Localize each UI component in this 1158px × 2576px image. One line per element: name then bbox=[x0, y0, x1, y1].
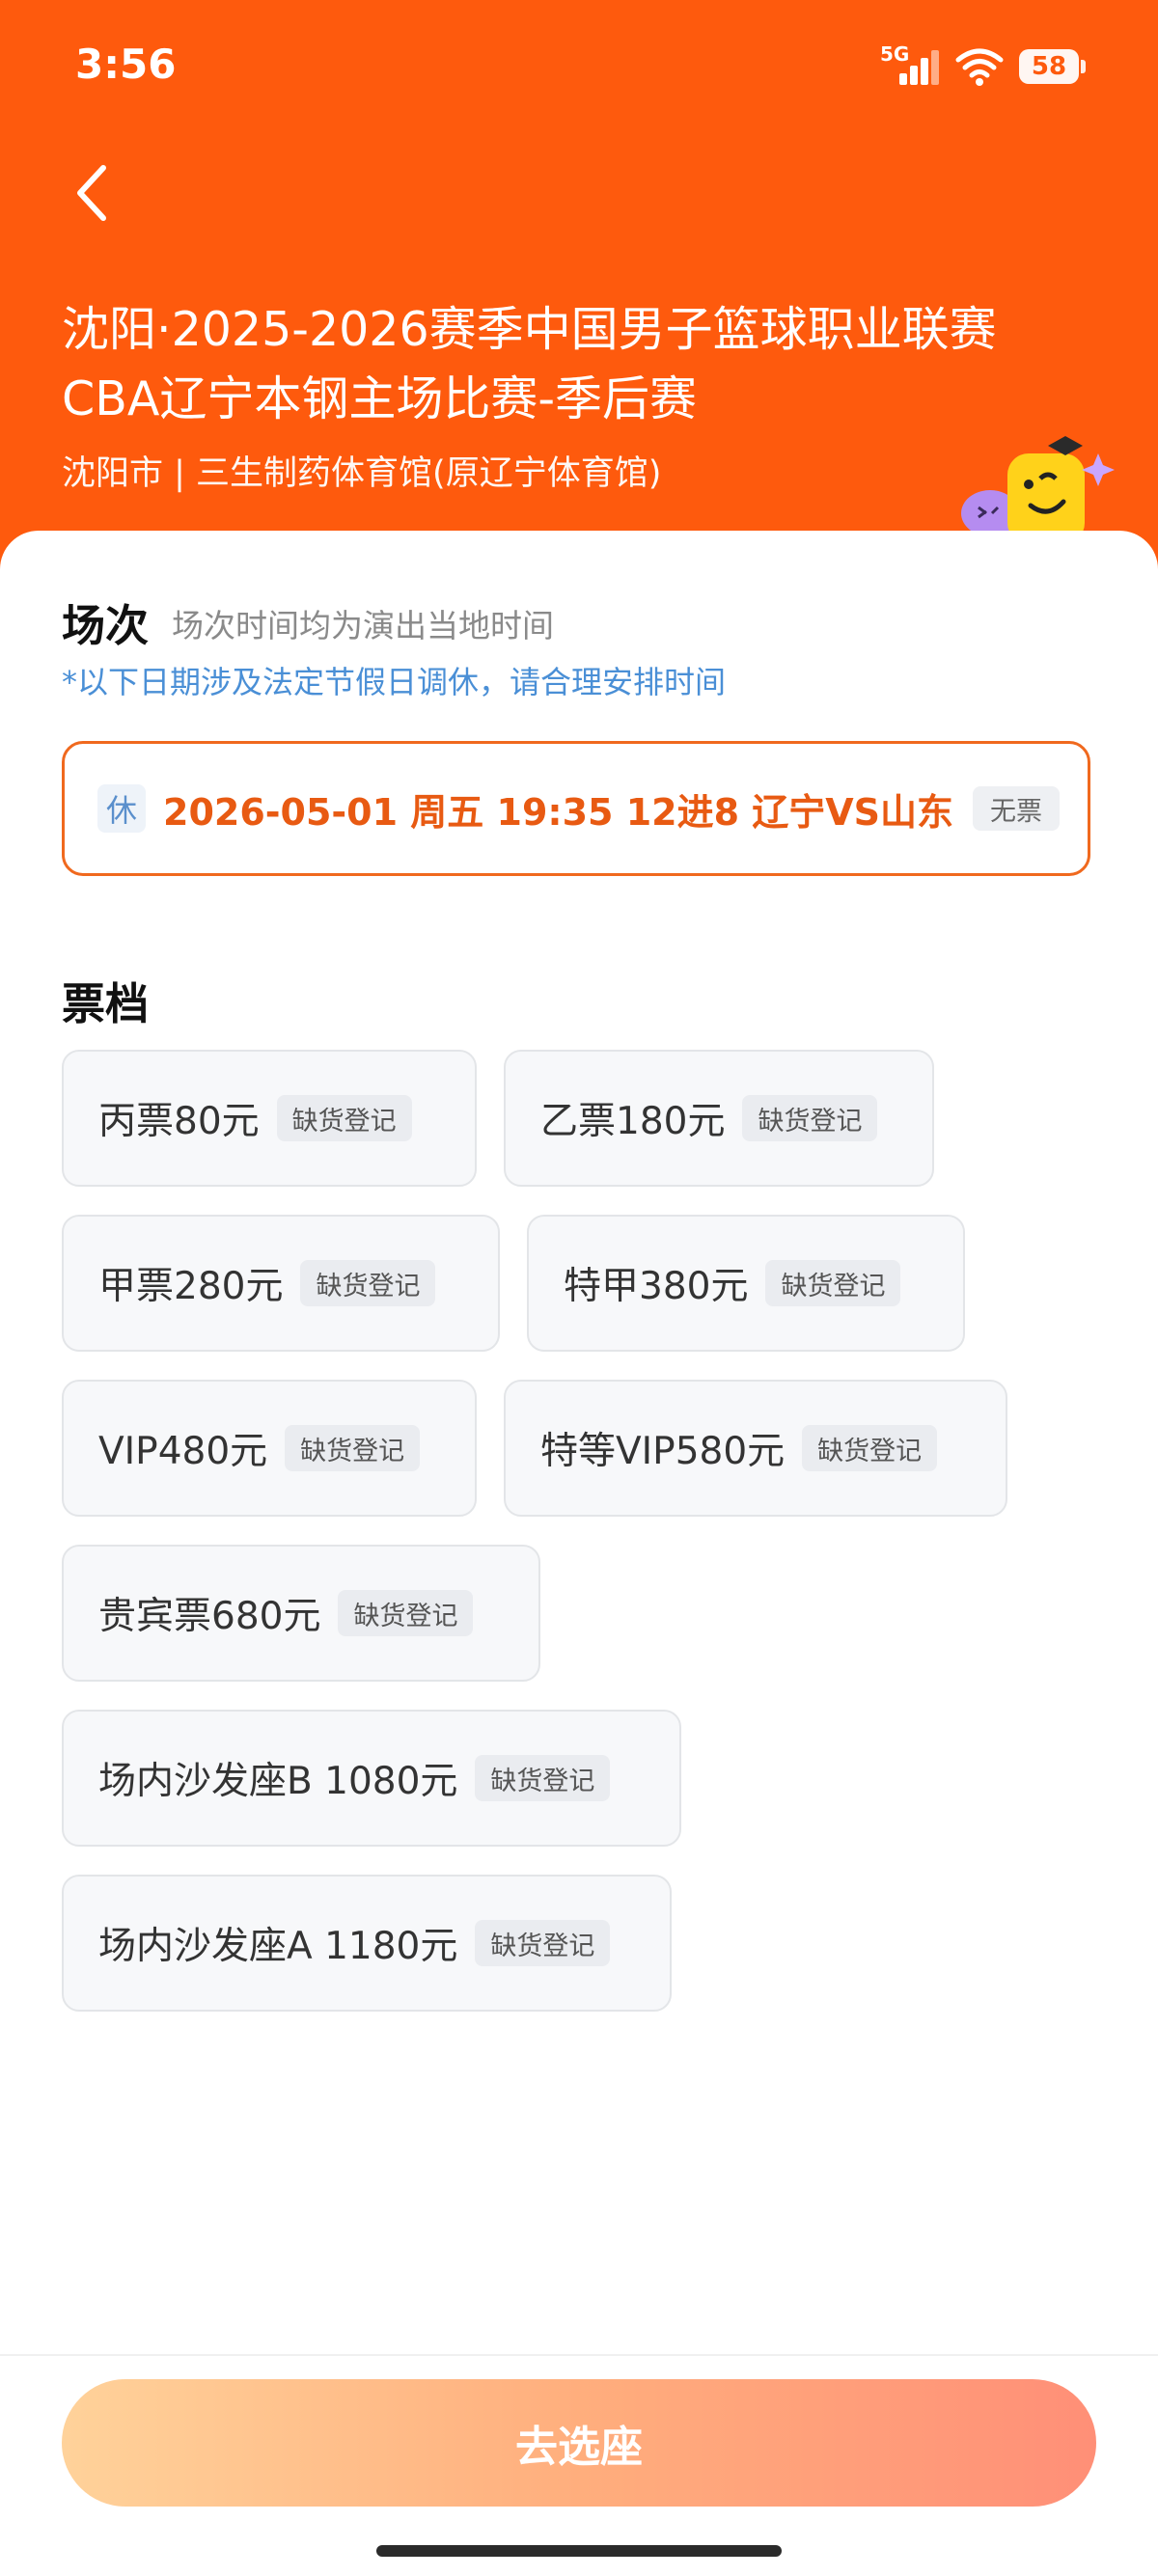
select-seat-button[interactable]: 去选座 bbox=[62, 2379, 1096, 2507]
tier-option[interactable]: 乙票180元 缺货登记 bbox=[504, 1050, 934, 1187]
tier-label: 贵宾票680元 bbox=[98, 1595, 321, 1638]
rest-day-badge: 休 bbox=[97, 784, 146, 833]
tier-label: 特等VIP580元 bbox=[540, 1430, 786, 1473]
home-indicator[interactable] bbox=[376, 2545, 782, 2557]
battery-level: 58 bbox=[1031, 52, 1067, 81]
waitlist-badge: 缺货登记 bbox=[285, 1425, 421, 1471]
event-title-line2: CBA辽宁本钢主场比赛-季后赛 bbox=[62, 371, 698, 426]
session-heading: 场次 bbox=[62, 600, 150, 651]
tier-label: 特甲380元 bbox=[564, 1265, 749, 1308]
event-title-line1: 沈阳·2025-2026赛季中国男子篮球职业联赛 bbox=[62, 302, 997, 357]
tier-label: 场内沙发座A 1180元 bbox=[98, 1925, 458, 1968]
wifi-icon bbox=[955, 48, 1004, 86]
waitlist-badge: 缺货登记 bbox=[742, 1095, 878, 1141]
status-icons: 5G 58 bbox=[880, 42, 1086, 91]
session-time-note: 场次时间均为演出当地时间 bbox=[172, 607, 554, 644]
waitlist-badge: 缺货登记 bbox=[300, 1260, 436, 1306]
tier-option[interactable]: 特等VIP580元 缺货登记 bbox=[504, 1380, 1007, 1517]
tier-option[interactable]: 特甲380元 缺货登记 bbox=[527, 1215, 965, 1352]
tier-option[interactable]: 场内沙发座A 1180元 缺货登记 bbox=[62, 1875, 672, 2012]
tier-option[interactable]: VIP480元 缺货登记 bbox=[62, 1380, 477, 1517]
status-time: 3:56 bbox=[75, 41, 177, 88]
chevron-left-icon bbox=[77, 165, 106, 221]
waitlist-badge: 缺货登记 bbox=[475, 1920, 611, 1966]
tier-label: 丙票80元 bbox=[98, 1100, 260, 1143]
tier-label: VIP480元 bbox=[98, 1430, 268, 1473]
event-title: 沈阳·2025-2026赛季中国男子篮球职业联赛 CBA辽宁本钢主场比赛-季后赛 bbox=[62, 295, 1104, 434]
tier-label: 甲票280元 bbox=[98, 1265, 284, 1308]
tier-option[interactable]: 丙票80元 缺货登记 bbox=[62, 1050, 477, 1187]
status-bar: 3:56 5G 58 bbox=[0, 0, 1158, 135]
cellular-signal-icon: 5G bbox=[880, 42, 940, 89]
waitlist-badge: 缺货登记 bbox=[276, 1095, 412, 1141]
network-type-label: 5G bbox=[880, 42, 910, 66]
tier-label: 场内沙发座B 1080元 bbox=[98, 1760, 458, 1803]
battery-icon: 58 bbox=[1019, 49, 1086, 84]
waitlist-badge: 缺货登记 bbox=[338, 1590, 474, 1636]
waitlist-badge: 缺货登记 bbox=[802, 1425, 938, 1471]
session-datetime-label: 2026-05-01 周五 19:35 12进8 辽宁VS山东 bbox=[163, 790, 954, 834]
holiday-note: *以下日期涉及法定节假日调休，请合理安排时间 bbox=[62, 664, 727, 700]
session-option-selected[interactable]: 休 2026-05-01 周五 19:35 12进8 辽宁VS山东 无票 bbox=[62, 741, 1090, 876]
tier-label: 乙票180元 bbox=[540, 1100, 726, 1143]
back-button[interactable] bbox=[58, 154, 125, 232]
waitlist-badge: 缺货登记 bbox=[475, 1755, 611, 1801]
tier-option[interactable]: 场内沙发座B 1080元 缺货登记 bbox=[62, 1710, 681, 1847]
tier-option[interactable]: 甲票280元 缺货登记 bbox=[62, 1215, 500, 1352]
sold-out-badge: 无票 bbox=[973, 786, 1061, 831]
waitlist-badge: 缺货登记 bbox=[765, 1260, 901, 1306]
tier-option[interactable]: 贵宾票680元 缺货登记 bbox=[62, 1545, 540, 1682]
ticket-tier-heading: 票档 bbox=[62, 978, 150, 1029]
event-venue: 沈阳市 | 三生制药体育馆(原辽宁体育馆) bbox=[62, 454, 662, 493]
